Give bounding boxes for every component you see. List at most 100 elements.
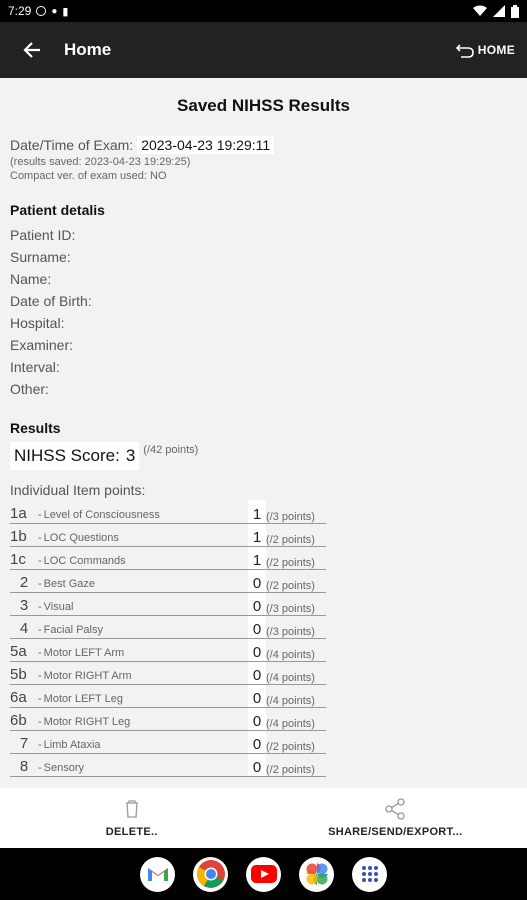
notification-icon — [36, 6, 47, 16]
item-code: 7 — [19, 734, 29, 752]
page-title: Saved NIHSS Results — [177, 96, 350, 115]
item-points-max: (/2 points) — [266, 523, 326, 547]
exam-datetime-row: Date/Time of Exam: 2023-04-23 19:29:11 — [10, 136, 517, 154]
item-description: Best Gaze — [43, 577, 96, 590]
item-row: 5b - Motor RIGHT Arm 0 (/4 points) — [10, 661, 326, 685]
item-points-max: (/3 points) — [266, 592, 326, 616]
item-name-cell: 6a - Motor LEFT Leg — [10, 684, 248, 708]
item-description: Motor RIGHT Leg — [43, 715, 131, 728]
item-points-value: 0 — [248, 569, 266, 593]
item-points-value: 1 — [248, 523, 266, 547]
item-points-max: (/4 points) — [266, 707, 326, 731]
item-code: 3 — [19, 596, 29, 614]
item-dash: - — [38, 692, 42, 705]
wifi-icon — [473, 5, 487, 16]
item-dash: - — [38, 577, 42, 590]
item-description: Facial Palsy — [43, 623, 103, 636]
item-description: Motor LEFT Arm — [43, 646, 125, 659]
results-heading: Results — [10, 420, 61, 436]
share-button[interactable]: SHARE/SEND/EXPORT... — [264, 788, 527, 848]
interval-field: Interval: — [10, 359, 60, 375]
app-drawer-icon[interactable] — [352, 856, 387, 892]
item-dash: - — [38, 761, 42, 774]
back-button[interactable] — [0, 41, 64, 59]
item-points-value: 0 — [248, 592, 266, 616]
item-points-max: (/2 points) — [266, 546, 326, 570]
item-points-value: 0 — [248, 684, 266, 708]
nihss-score-row: NIHSS Score: 3 (/42 points) — [10, 442, 517, 470]
trash-icon — [125, 800, 138, 818]
sdcard-icon: ▮ — [62, 5, 69, 18]
item-code: 6a — [10, 688, 27, 706]
home-button[interactable]: HOME — [455, 42, 515, 58]
item-points-value: 0 — [248, 730, 266, 754]
item-description: Motor LEFT Leg — [43, 692, 123, 705]
item-name-cell: 1a - Level of Consciousness — [10, 500, 248, 524]
item-dash: - — [38, 600, 42, 613]
gmail-icon[interactable] — [140, 856, 175, 892]
item-dash: - — [38, 623, 42, 636]
battery-icon — [511, 4, 519, 18]
item-description: LOC Commands — [43, 554, 126, 567]
item-row: 8- Sensory 0 (/2 points) — [10, 753, 326, 777]
item-points-value: 1 — [248, 500, 266, 524]
item-name-cell: 1b - LOC Questions — [10, 523, 248, 547]
item-code: 5a — [10, 642, 27, 660]
item-dash: - — [38, 715, 42, 728]
item-points-max: (/4 points) — [266, 638, 326, 662]
item-row: 3- Visual 0 (/3 points) — [10, 592, 326, 616]
item-description: Limb Ataxia — [43, 738, 101, 751]
item-dash: - — [38, 508, 42, 521]
items-table: 1a - Level of Consciousness 1 (/3 points) 1b -… — [10, 500, 326, 777]
item-name-cell: 6b - Motor RIGHT Leg — [10, 707, 248, 731]
patient-details-heading: Patient detalis — [10, 202, 105, 218]
item-description: LOC Questions — [43, 531, 119, 544]
home-button-label: HOME — [477, 43, 515, 57]
app-bar: Home HOME — [0, 22, 527, 78]
share-icon — [385, 798, 405, 820]
photos-icon[interactable] — [299, 856, 334, 892]
saved-note: (results saved: 2023-04-23 19:29:25) — [10, 156, 191, 168]
arrow-left-icon — [23, 42, 40, 58]
item-description: Sensory — [43, 761, 85, 774]
item-code: 1a — [10, 504, 27, 522]
undo-icon — [455, 44, 474, 58]
item-row: 5a - Motor LEFT Arm 0 (/4 points) — [10, 638, 326, 662]
item-row: 4- Facial Palsy 0 (/3 points) — [10, 615, 326, 639]
patient-fields: Patient ID: Surname: Name: Date of Birth… — [10, 224, 517, 400]
item-name-cell: 4- Facial Palsy — [10, 615, 248, 639]
nihss-score-label: NIHSS Score: — [14, 446, 120, 465]
item-description: Motor RIGHT Arm — [43, 669, 132, 682]
item-dash: - — [38, 531, 42, 544]
share-button-label: SHARE/SEND/EXPORT... — [328, 826, 463, 838]
item-points-max: (/4 points) — [266, 661, 326, 685]
compact-note: Compact ver. of exam used: NO — [10, 170, 167, 182]
item-points-value: 0 — [248, 661, 266, 685]
item-dash: - — [38, 738, 42, 751]
mic-icon: ● — [51, 5, 58, 17]
item-code: 4 — [19, 619, 29, 637]
delete-button-label: DELETE.. — [105, 826, 158, 838]
signal-icon — [493, 5, 505, 17]
item-name-cell: 8- Sensory — [10, 753, 248, 777]
item-row: 1c - LOC Commands 1 (/2 points) — [10, 546, 326, 570]
item-row: 2- Best Gaze 0 (/2 points) — [10, 569, 326, 593]
status-bar: 7:29 ● ▮ — [0, 0, 527, 22]
delete-button[interactable]: DELETE.. — [0, 788, 264, 848]
item-dash: - — [38, 669, 42, 682]
youtube-icon[interactable] — [246, 856, 281, 892]
item-code: 2 — [19, 573, 29, 591]
exam-datetime-label: Date/Time of Exam: — [10, 137, 134, 153]
chrome-icon[interactable] — [193, 856, 228, 892]
item-name-cell: 1c - LOC Commands — [10, 546, 248, 570]
item-points-max: (/2 points) — [266, 730, 326, 754]
item-name-cell: 2- Best Gaze — [10, 569, 248, 593]
item-row: 7- Limb Ataxia 0 (/2 points) — [10, 730, 326, 754]
item-name-cell: 5a - Motor LEFT Arm — [10, 638, 248, 662]
results-content[interactable]: Saved NIHSS Results Date/Time of Exam: 2… — [0, 78, 527, 788]
item-points-max: (/3 points) — [266, 615, 326, 639]
item-points-value: 0 — [248, 615, 266, 639]
item-code: 5b — [10, 665, 27, 683]
item-name-cell: 5b - Motor RIGHT Arm — [10, 661, 248, 685]
item-points-max: (/2 points) — [266, 569, 326, 593]
